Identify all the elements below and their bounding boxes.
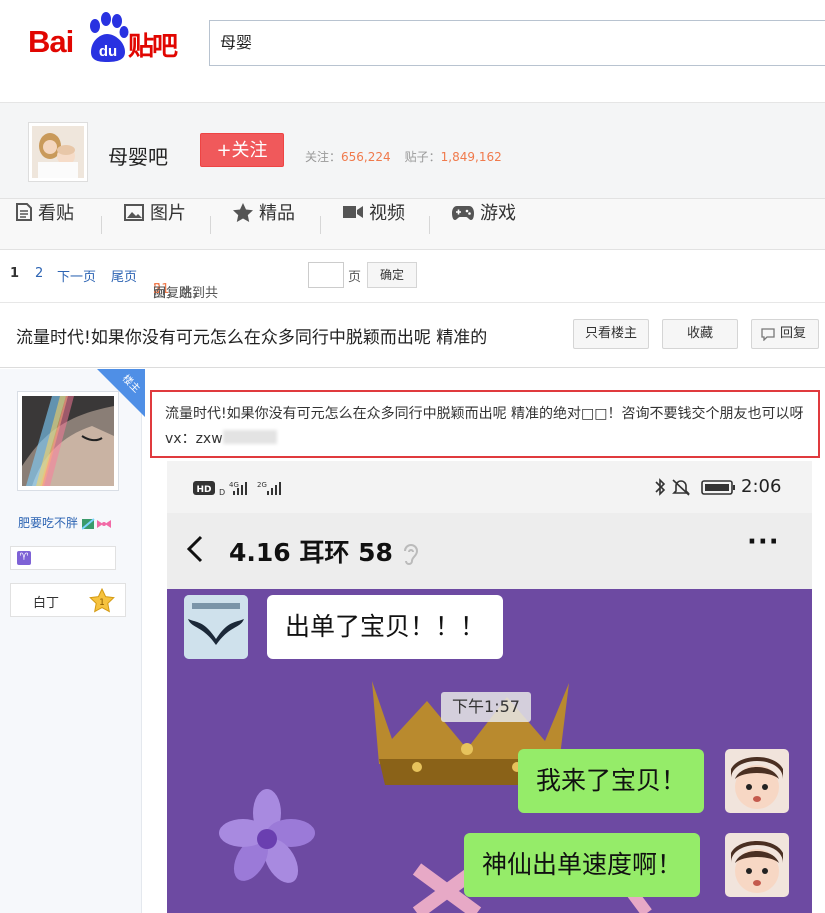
level-number: 1 bbox=[99, 598, 105, 608]
followers-count: 656,224 bbox=[341, 150, 391, 164]
op-corner-badge: 楼主 bbox=[97, 369, 145, 417]
phone-status-bar: HD D 4G 2G 2:06 bbox=[167, 461, 812, 513]
author-name[interactable]: 肥要吃不胖 bbox=[18, 514, 112, 531]
page-unit-label: 页 bbox=[348, 270, 362, 285]
last-page-link[interactable]: 尾页 bbox=[111, 266, 137, 285]
star-icon bbox=[233, 202, 253, 222]
chat-title: 4.16 耳环 58 bbox=[229, 533, 420, 569]
tab-images-label: 图片 bbox=[150, 203, 186, 224]
chat-bubble-outgoing: 神仙出单速度啊！ bbox=[464, 833, 701, 897]
document-icon bbox=[16, 203, 32, 221]
image-icon bbox=[124, 203, 144, 221]
thread-title: 流量时代!如果你没有可元怎么在众多同行中脱颖而出呢 精准的 bbox=[16, 328, 488, 348]
my-avatar[interactable] bbox=[725, 833, 789, 897]
forum-name[interactable]: 母婴吧 bbox=[108, 141, 168, 170]
nav-divider bbox=[429, 216, 430, 234]
more-options-icon: ··· bbox=[747, 527, 780, 557]
followers-label: 关注： bbox=[305, 150, 342, 164]
tab-games-label: 游戏 bbox=[480, 203, 516, 224]
tab-images[interactable]: 图片 bbox=[124, 199, 186, 249]
level-name: 白丁 bbox=[33, 596, 60, 611]
chat-header: 4.16 耳环 58 ··· bbox=[167, 513, 812, 589]
author-sidebar: 肥要吃不胖 ♈ 白丁 1 bbox=[0, 369, 142, 913]
tab-games[interactable]: 游戏 bbox=[452, 199, 516, 249]
paw-logo-icon: du bbox=[90, 12, 129, 62]
svg-text:D: D bbox=[219, 488, 225, 497]
tieba-page: Bai du 贴吧 母婴 母婴吧 +关注 关注：656,224 贴子：1,849… bbox=[0, 0, 825, 913]
comment-icon bbox=[761, 328, 775, 341]
jump-label: 页，跳到 bbox=[153, 286, 206, 301]
chat-timestamp: 下午1:57 bbox=[441, 692, 531, 722]
only-op-button[interactable]: 只看楼主 bbox=[573, 319, 649, 349]
ear-mute-icon bbox=[403, 544, 418, 565]
chat-area: 出单了宝贝！！！ 下午1:57 我来了宝贝！ 神仙出单速度啊！ bbox=[167, 589, 812, 913]
forum-nav: 看贴 图片 精品 视频 游戏 bbox=[0, 198, 825, 250]
gamepad-icon bbox=[452, 205, 474, 220]
video-camera-icon bbox=[343, 206, 363, 218]
signal-status-icon: HD D 4G 2G bbox=[193, 481, 281, 497]
tab-posts-label: 看贴 bbox=[38, 203, 74, 224]
logo-tieba-text: 贴吧 bbox=[128, 32, 178, 62]
nav-divider bbox=[101, 216, 102, 234]
sender-avatar[interactable] bbox=[184, 595, 248, 659]
pagination-bar: 1 2 下一页 尾页 51 回复贴，共 2 页，跳到 页 确定 bbox=[0, 250, 825, 302]
tab-featured-label: 精品 bbox=[259, 203, 295, 224]
tab-posts[interactable]: 看贴 bbox=[16, 199, 74, 249]
baby-face-icon bbox=[725, 749, 789, 813]
chat-screenshot: HD D 4G 2G 2:06 4.16 耳环 58 ··· 出单了宝贝！！！ … bbox=[167, 461, 812, 913]
emoji-decoration-icon bbox=[81, 517, 111, 530]
chat-title-text: 4.16 耳环 58 bbox=[229, 538, 393, 567]
tab-featured[interactable]: 精品 bbox=[233, 199, 295, 249]
forum-stats: 关注：656,224 贴子：1,849,162 bbox=[305, 148, 502, 165]
op-ribbon-icon: 楼主 bbox=[97, 369, 145, 417]
wings-avatar-icon bbox=[184, 595, 248, 659]
back-arrow-icon bbox=[187, 535, 203, 563]
logo-du-text: du bbox=[99, 43, 117, 60]
level-star-icon: 1 bbox=[89, 588, 115, 613]
aries-icon: ♈ bbox=[17, 551, 31, 565]
page-jump-confirm-button[interactable]: 确定 bbox=[367, 262, 417, 288]
author-name-text: 肥要吃不胖 bbox=[18, 516, 79, 530]
search-input[interactable]: 母婴 bbox=[209, 20, 825, 66]
baidu-tieba-logo[interactable]: Bai du 贴吧 bbox=[28, 10, 193, 68]
follow-button[interactable]: +关注 bbox=[200, 133, 284, 167]
reply-button-label: 回复 bbox=[779, 326, 806, 341]
post-content: 流量时代!如果你没有可元怎么在众多同行中脱颖而出呢 精准的绝对□□！咨询不要钱交… bbox=[150, 390, 820, 458]
forum-avatar[interactable] bbox=[28, 122, 88, 182]
page-2-link[interactable]: 2 bbox=[35, 266, 43, 281]
forum-info-band: 母婴吧 +关注 关注：656,224 贴子：1,849,162 bbox=[0, 102, 825, 198]
signal-label-1: 4G bbox=[229, 481, 239, 489]
chat-bubble-incoming: 出单了宝贝！！！ bbox=[267, 595, 504, 659]
author-level[interactable]: 白丁 1 bbox=[10, 583, 126, 617]
logo-bai-text: Bai bbox=[28, 24, 74, 59]
page-jump-input[interactable] bbox=[308, 262, 344, 288]
next-page-link[interactable]: 下一页 bbox=[57, 266, 96, 285]
tab-video[interactable]: 视频 bbox=[343, 199, 405, 249]
posts-count: 1,849,162 bbox=[440, 150, 502, 164]
thread-header: 流量时代!如果你没有可元怎么在众多同行中脱颖而出呢 精准的 只看楼主 收藏 回复 bbox=[0, 302, 825, 368]
my-avatar[interactable] bbox=[725, 749, 789, 813]
phone-clock: 2:06 bbox=[741, 476, 782, 497]
posts-label: 贴子： bbox=[404, 150, 441, 164]
nav-divider bbox=[320, 216, 321, 234]
reply-button[interactable]: 回复 bbox=[751, 319, 819, 349]
hd-label: HD bbox=[196, 485, 211, 495]
blurred-contact bbox=[222, 430, 277, 444]
mother-baby-avatar-icon bbox=[32, 126, 84, 178]
chat-bubble-outgoing: 我来了宝贝！ bbox=[518, 749, 705, 813]
signal-label-2: 2G bbox=[257, 481, 267, 489]
nav-divider bbox=[210, 216, 211, 234]
baby-face-icon bbox=[725, 833, 789, 897]
tab-video-label: 视频 bbox=[369, 203, 405, 224]
favorite-button[interactable]: 收藏 bbox=[662, 319, 738, 349]
page-current: 1 bbox=[10, 266, 20, 281]
zodiac-badge: ♈ bbox=[10, 546, 116, 570]
